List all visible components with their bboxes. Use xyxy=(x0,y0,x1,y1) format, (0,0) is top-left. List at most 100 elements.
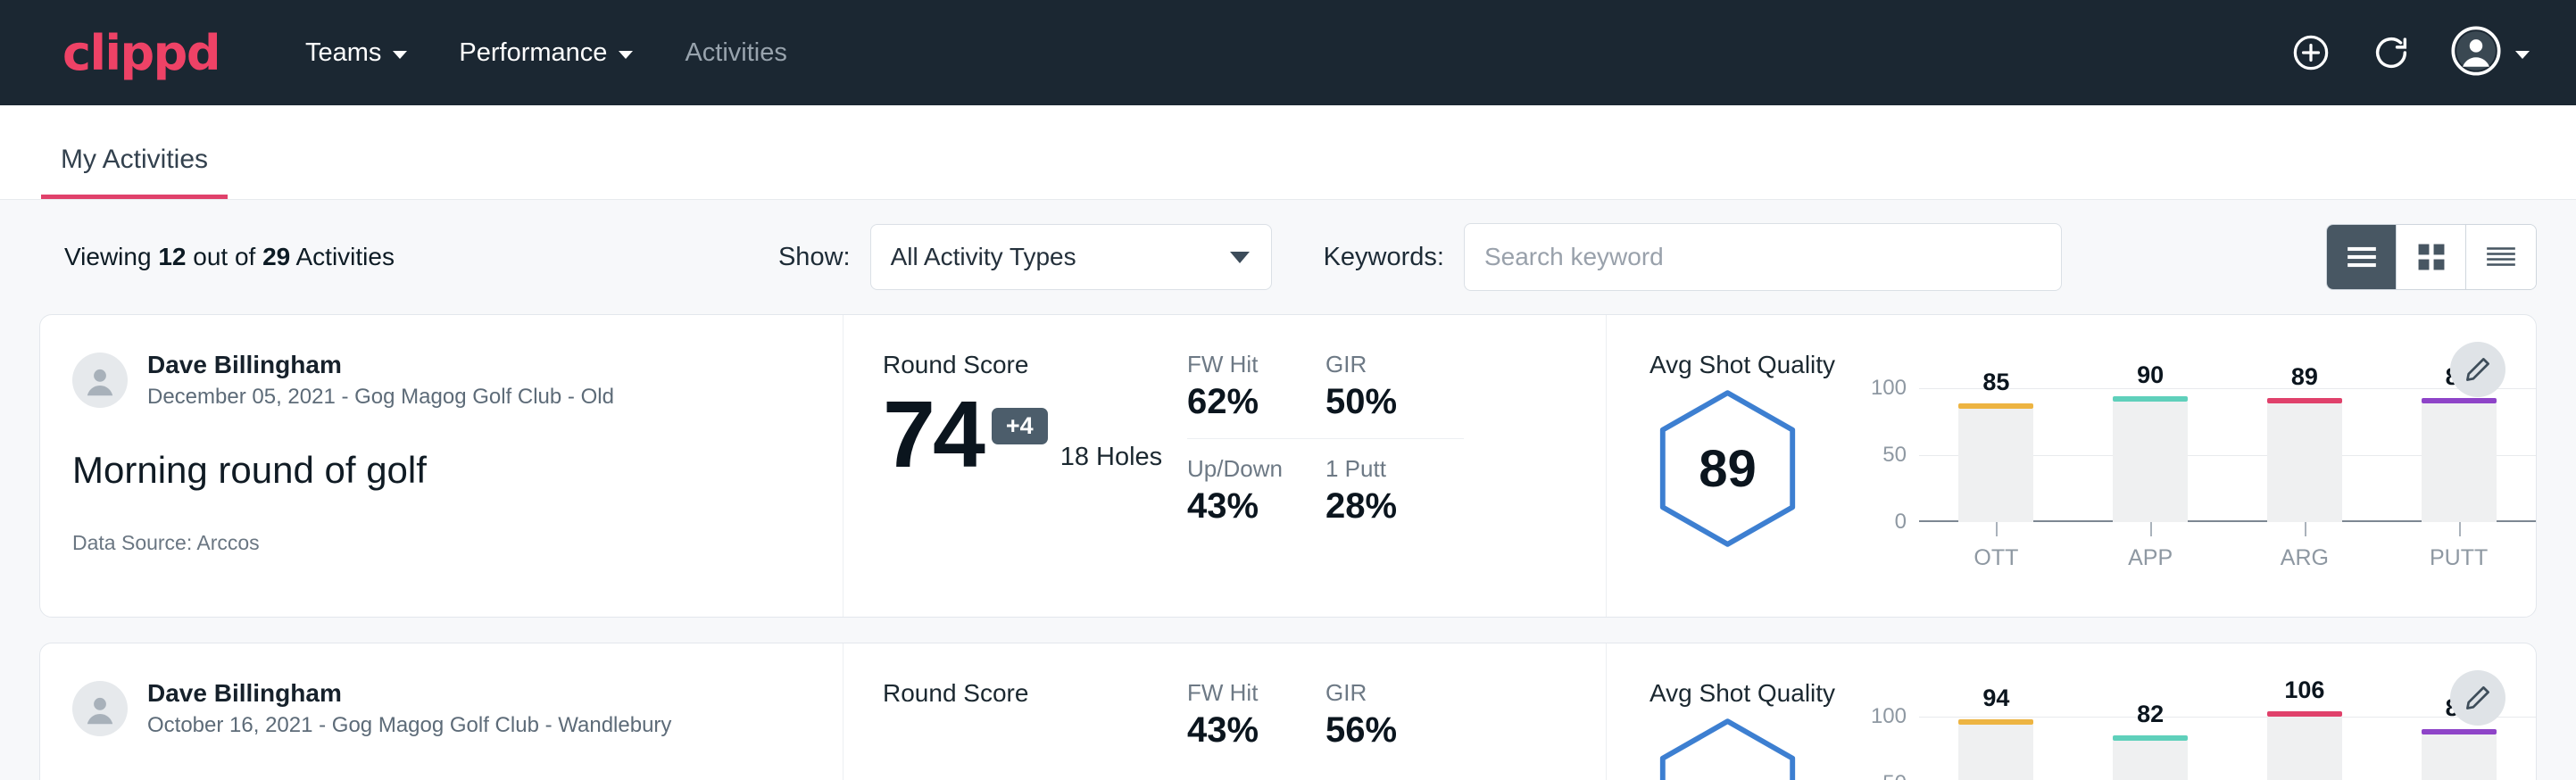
stat-label-gir: GIR xyxy=(1325,679,1464,707)
bar-value-ott: 94 xyxy=(1982,685,2009,712)
chart-x-ticks: OTT APP ARG PUTT xyxy=(1919,522,2536,571)
bar-rect-ott xyxy=(1958,725,2033,780)
viewing-mid: out of xyxy=(186,243,262,270)
player-name: Dave Billingham xyxy=(147,351,614,379)
header-actions xyxy=(2290,26,2530,80)
user-menu[interactable] xyxy=(2451,26,2530,80)
stat-value-gir: 50% xyxy=(1325,382,1464,422)
compact-view-button[interactable] xyxy=(2466,225,2536,289)
bar-ott: 94 xyxy=(1919,717,2073,780)
tab-my-activities[interactable]: My Activities xyxy=(41,145,228,199)
bar-value-ott: 85 xyxy=(1982,369,2009,396)
shot-quality-value: 89 xyxy=(1649,388,1806,549)
bar-value-app: 82 xyxy=(2137,701,2164,728)
stat-label-gir: GIR xyxy=(1325,351,1464,378)
holes-count: 18 Holes xyxy=(1060,443,1162,479)
activity-type-select[interactable]: All Activity Types xyxy=(870,224,1272,290)
bar-ott: 85 xyxy=(1919,388,2073,522)
bar-cap-putt xyxy=(2422,398,2497,403)
activity-card[interactable]: Dave Billingham December 05, 2021 - Gog … xyxy=(39,314,2537,618)
x-label-putt: PUTT xyxy=(2430,545,2488,570)
stat-label-up-down: Up/Down xyxy=(1187,455,1325,483)
tab-bar: My Activities xyxy=(0,105,2576,200)
avg-shot-quality-label: Avg Shot Quality xyxy=(1649,679,2536,708)
bar-putt: 87 xyxy=(2381,717,2536,780)
viewing-summary: Viewing 12 out of 29 Activities xyxy=(64,243,395,271)
activity-title: Morning round of golf xyxy=(72,449,803,492)
bar-arg: 106 xyxy=(2228,717,2382,780)
bar-cap-app xyxy=(2113,396,2188,402)
viewing-count: 12 xyxy=(158,243,186,270)
list-view-button[interactable] xyxy=(2327,225,2397,289)
grid-view-button[interactable] xyxy=(2397,225,2466,289)
bar-cap-putt xyxy=(2422,729,2497,734)
page-content: Viewing 12 out of 29 Activities Show: Al… xyxy=(0,200,2576,780)
app-header: clippd Teams Performance Activities xyxy=(0,0,2576,105)
bar-value-arg: 89 xyxy=(2291,363,2318,391)
bar-rect-app xyxy=(2113,741,2188,780)
nav-label-performance: Performance xyxy=(459,38,607,68)
x-label-ott: OTT xyxy=(1974,545,2018,570)
bar-cap-arg xyxy=(2267,398,2342,403)
show-filter-group: Show: All Activity Types xyxy=(778,224,1272,290)
stat-fw-hit: FW Hit 43% xyxy=(1187,679,1325,763)
bar-rect-arg xyxy=(2267,403,2342,523)
stat-value-fw-hit: 62% xyxy=(1187,382,1325,422)
activity-meta: October 16, 2021 - Gog Magog Golf Club -… xyxy=(147,713,671,738)
chevron-down-icon xyxy=(393,51,407,59)
bar-value-arg: 106 xyxy=(2284,676,2324,704)
bar-value-app: 90 xyxy=(2137,361,2164,389)
activity-meta: December 05, 2021 - Gog Magog Golf Club … xyxy=(147,385,614,410)
activity-card[interactable]: Dave Billingham October 16, 2021 - Gog M… xyxy=(39,643,2537,780)
refresh-icon[interactable] xyxy=(2371,32,2412,73)
filter-bar: Viewing 12 out of 29 Activities Show: Al… xyxy=(39,200,2537,314)
stat-up-down: Up/Down 43% xyxy=(1187,438,1325,539)
activity-data-source: Data Source: Arccos xyxy=(72,531,803,555)
y-tick-100: 100 xyxy=(1871,704,1907,729)
stat-column-right: GIR 50% 1 Putt 28% xyxy=(1325,351,1464,617)
plus-circle-icon[interactable] xyxy=(2290,32,2331,73)
stat-column-left: FW Hit 43% xyxy=(1187,679,1325,780)
avg-shot-quality-block: Avg Shot Quality 100 50 0 xyxy=(1607,643,2536,780)
nav-item-teams[interactable]: Teams xyxy=(305,38,407,68)
activity-author: Dave Billingham December 05, 2021 - Gog … xyxy=(72,351,803,410)
bar-cap-app xyxy=(2113,735,2188,741)
bar-rect-ott xyxy=(1958,409,2033,523)
y-tick-100: 100 xyxy=(1871,376,1907,401)
stat-column-left: FW Hit 62% Up/Down 43% xyxy=(1187,351,1325,617)
app-logo[interactable]: clippd xyxy=(62,25,220,81)
search-input[interactable] xyxy=(1464,223,2062,291)
chevron-down-icon xyxy=(2515,51,2530,59)
main-navigation: Teams Performance Activities xyxy=(305,38,787,68)
nav-label-teams: Teams xyxy=(305,38,381,68)
player-name: Dave Billingham xyxy=(147,679,671,708)
shot-quality-hexagon: 89 xyxy=(1649,388,1855,553)
stat-label-one-putt: 1 Putt xyxy=(1325,455,1464,483)
y-tick-0: 0 xyxy=(1895,510,1907,535)
avg-shot-quality-label: Avg Shot Quality xyxy=(1649,351,2536,379)
stat-fw-hit: FW Hit 62% xyxy=(1187,351,1325,435)
nav-item-activities[interactable]: Activities xyxy=(685,38,786,68)
edit-activity-button[interactable] xyxy=(2450,342,2505,397)
viewing-total: 29 xyxy=(262,243,290,270)
stat-value-one-putt: 28% xyxy=(1325,486,1464,527)
chevron-down-icon xyxy=(619,51,633,59)
activity-stats: FW Hit 43% GIR 56% xyxy=(1187,643,1607,780)
chart-plot-area: 100 50 0 94 82 xyxy=(1919,717,2536,780)
keyword-filter-group: Keywords: xyxy=(1324,223,2062,291)
nav-item-performance[interactable]: Performance xyxy=(459,38,633,68)
user-avatar-icon xyxy=(2451,26,2501,80)
stat-one-putt: 1 Putt 28% xyxy=(1325,438,1464,539)
bar-app: 90 xyxy=(2073,388,2228,522)
activity-info: Dave Billingham December 05, 2021 - Gog … xyxy=(40,315,843,617)
chart-bars: 94 82 106 8 xyxy=(1919,717,2536,780)
bar-rect-app xyxy=(2113,402,2188,522)
chart-bars: 85 90 89 89 xyxy=(1919,388,2536,522)
stat-label-fw-hit: FW Hit xyxy=(1187,679,1325,707)
stat-gir: GIR 56% xyxy=(1325,679,1464,763)
edit-activity-button[interactable] xyxy=(2450,670,2505,726)
activity-info: Dave Billingham October 16, 2021 - Gog M… xyxy=(40,643,843,780)
avatar xyxy=(72,353,128,408)
stat-gir: GIR 50% xyxy=(1325,351,1464,435)
shot-quality-hexagon xyxy=(1649,717,1855,780)
